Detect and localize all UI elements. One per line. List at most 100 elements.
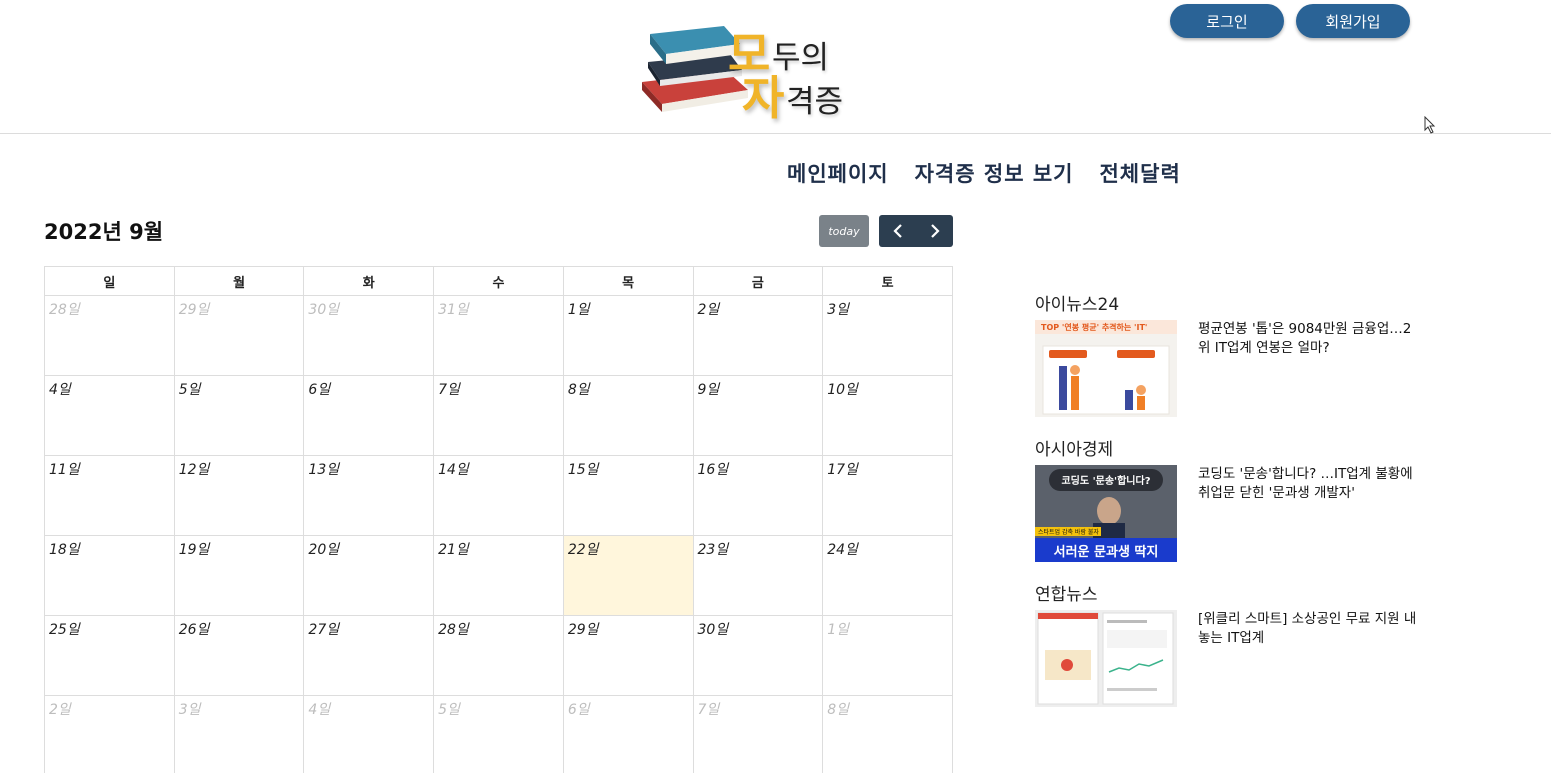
news-thumbnail[interactable] bbox=[1035, 610, 1177, 707]
calendar-week-row: 2일 3일 4일 5일 6일 7일 8일 bbox=[44, 695, 953, 773]
calendar-day-cell[interactable]: 1일 bbox=[562, 295, 694, 376]
day-number: 28일 bbox=[49, 302, 80, 318]
day-number: 10일 bbox=[827, 382, 858, 398]
calendar-day-cell[interactable]: 5일 bbox=[433, 695, 564, 773]
day-number: 5일 bbox=[438, 702, 460, 718]
calendar-day-cell[interactable]: 8일 bbox=[562, 375, 694, 456]
calendar-day-cell-today[interactable]: 22일 bbox=[562, 535, 694, 616]
site-logo[interactable]: 모 두의 자 격증 bbox=[636, 18, 866, 125]
calendar-day-cell[interactable]: 15일 bbox=[562, 455, 694, 536]
login-button[interactable]: 로그인 bbox=[1170, 4, 1284, 38]
calendar-day-cell[interactable]: 25일 bbox=[44, 615, 175, 696]
calendar-day-cell[interactable]: 7일 bbox=[692, 695, 824, 773]
calendar-grid: 일 월 화 수 목 금 토 28일 29일 30일 31일 1일 2일 3일 4일 5일 6일 7일… bbox=[44, 266, 953, 773]
app-screenshot-thumbnail-image bbox=[1035, 610, 1177, 707]
calendar-day-cell[interactable]: 3일 bbox=[173, 695, 305, 773]
calendar-day-cell[interactable]: 11일 bbox=[44, 455, 175, 536]
calendar-day-cell[interactable]: 24일 bbox=[822, 535, 953, 616]
calendar-day-cell[interactable]: 5일 bbox=[173, 375, 305, 456]
calendar-day-cell[interactable]: 12일 bbox=[173, 455, 305, 536]
calendar-day-cell[interactable]: 28일 bbox=[433, 615, 564, 696]
calendar-day-cell[interactable]: 2일 bbox=[44, 695, 175, 773]
calendar-day-cell[interactable]: 21일 bbox=[433, 535, 564, 616]
calendar-day-cell[interactable]: 23일 bbox=[692, 535, 824, 616]
news-thumbnail[interactable]: 코딩도 '문송'합니다? 스타트업 감축 바람 불자 서러운 문과생 딱지 bbox=[1035, 465, 1177, 562]
news-source[interactable]: 아시아경제 bbox=[1035, 435, 1113, 460]
calendar-day-cell[interactable]: 10일 bbox=[822, 375, 953, 456]
prev-month-button[interactable] bbox=[879, 215, 916, 247]
day-number: 15일 bbox=[567, 462, 599, 478]
day-number: 7일 bbox=[697, 702, 720, 718]
calendar-day-cell[interactable]: 1일 bbox=[822, 615, 953, 696]
calendar-day-cell[interactable]: 16일 bbox=[692, 455, 824, 536]
calendar-day-cell[interactable]: 2일 bbox=[692, 295, 824, 376]
calendar-day-cell[interactable]: 9일 bbox=[692, 375, 824, 456]
calendar-day-cell[interactable]: 28일 bbox=[44, 295, 175, 376]
news-source[interactable]: 연합뉴스 bbox=[1035, 580, 1098, 605]
calendar-day-cell[interactable]: 7일 bbox=[433, 375, 564, 456]
day-number: 28일 bbox=[438, 622, 469, 638]
next-month-button[interactable] bbox=[916, 215, 953, 247]
calendar-day-cell[interactable]: 14일 bbox=[433, 455, 564, 536]
day-number: 7일 bbox=[438, 382, 460, 398]
calendar-day-cell[interactable]: 6일 bbox=[303, 375, 435, 456]
day-number: 20일 bbox=[308, 542, 340, 558]
calendar-day-cell[interactable]: 30일 bbox=[303, 295, 435, 376]
calendar-day-cell[interactable]: 8일 bbox=[822, 695, 953, 773]
main-nav: 메인페이지 자격증 정보 보기 전체달력 bbox=[787, 158, 1181, 188]
news-headline[interactable]: 코딩도 '문송'합니다? …IT업계 불황에 취업문 닫힌 '문과생 개발자' bbox=[1198, 465, 1420, 503]
mouse-cursor-icon bbox=[1424, 116, 1436, 134]
day-number: 12일 bbox=[178, 462, 210, 478]
news-headline[interactable]: [위클리 스마트] 소상공인 무료 지원 내놓는 IT업계 bbox=[1198, 610, 1420, 648]
news-headline[interactable]: 평균연봉 '톱'은 9084만원 금융업…2위 IT업계 연봉은 얼마? bbox=[1198, 320, 1420, 358]
weekday-mon: 월 bbox=[173, 266, 305, 296]
nav-main-page[interactable]: 메인페이지 bbox=[787, 158, 889, 188]
weekday-sun: 일 bbox=[44, 266, 175, 296]
news-thumbnail[interactable]: TOP '연봉 평균' 추격하는 'IT' bbox=[1035, 320, 1177, 417]
weekday-fri: 금 bbox=[692, 266, 824, 296]
day-number: 22일 bbox=[567, 542, 599, 558]
weekday-wed: 수 bbox=[433, 266, 564, 296]
calendar-day-cell[interactable]: 18일 bbox=[44, 535, 175, 616]
calendar-week-row: 4일 5일 6일 7일 8일 9일 10일 bbox=[44, 375, 953, 456]
weekday-thu: 목 bbox=[562, 266, 694, 296]
day-number: 2일 bbox=[697, 302, 720, 318]
day-number: 1일 bbox=[827, 622, 850, 638]
day-number: 4일 bbox=[49, 382, 71, 398]
day-number: 24일 bbox=[827, 542, 858, 558]
calendar-day-cell[interactable]: 19일 bbox=[173, 535, 305, 616]
today-button[interactable]: today bbox=[819, 215, 869, 247]
calendar-day-cell[interactable]: 29일 bbox=[562, 615, 694, 696]
calendar-day-cell[interactable]: 6일 bbox=[562, 695, 694, 773]
chevron-left-icon bbox=[892, 224, 902, 238]
logo-char-gyeokjeung: 격증 bbox=[786, 84, 844, 120]
calendar-day-cell[interactable]: 30일 bbox=[692, 615, 824, 696]
weekday-tue: 화 bbox=[303, 266, 435, 296]
thumb-caption-bottom: 서러운 문과생 딱지 bbox=[1054, 544, 1159, 560]
news-source[interactable]: 아이뉴스24 bbox=[1035, 290, 1119, 315]
nav-full-calendar[interactable]: 전체달력 bbox=[1099, 158, 1180, 188]
day-number: 8일 bbox=[827, 702, 850, 718]
calendar-day-cell[interactable]: 27일 bbox=[303, 615, 435, 696]
day-number: 13일 bbox=[308, 462, 340, 478]
calendar-day-cell[interactable]: 13일 bbox=[303, 455, 435, 536]
calendar-day-cell[interactable]: 4일 bbox=[303, 695, 435, 773]
calendar-day-cell[interactable]: 4일 bbox=[44, 375, 175, 456]
calendar-day-cell[interactable]: 17일 bbox=[822, 455, 953, 536]
bar-chart-thumbnail-image: TOP '연봉 평균' 추격하는 'IT' bbox=[1035, 320, 1177, 415]
calendar-day-cell[interactable]: 3일 bbox=[822, 295, 953, 376]
day-number: 4일 bbox=[308, 702, 331, 718]
calendar-day-cell[interactable]: 29일 bbox=[173, 295, 305, 376]
day-number: 27일 bbox=[308, 622, 340, 638]
day-number: 25일 bbox=[49, 622, 80, 638]
nav-certificate-info[interactable]: 자격증 정보 보기 bbox=[915, 158, 1074, 188]
calendar-day-cell[interactable]: 26일 bbox=[173, 615, 305, 696]
calendar-day-cell[interactable]: 31일 bbox=[433, 295, 564, 376]
calendar-week-row: 25일 26일 27일 28일 29일 30일 1일 bbox=[44, 615, 953, 696]
day-number: 6일 bbox=[567, 702, 590, 718]
logo-char-ja: 자 bbox=[742, 71, 785, 125]
thumb-caption: TOP '연봉 평균' 추격하는 'IT' bbox=[1041, 322, 1147, 332]
calendar-day-cell[interactable]: 20일 bbox=[303, 535, 435, 616]
signup-button[interactable]: 회원가입 bbox=[1296, 4, 1410, 38]
day-number: 3일 bbox=[178, 702, 201, 718]
